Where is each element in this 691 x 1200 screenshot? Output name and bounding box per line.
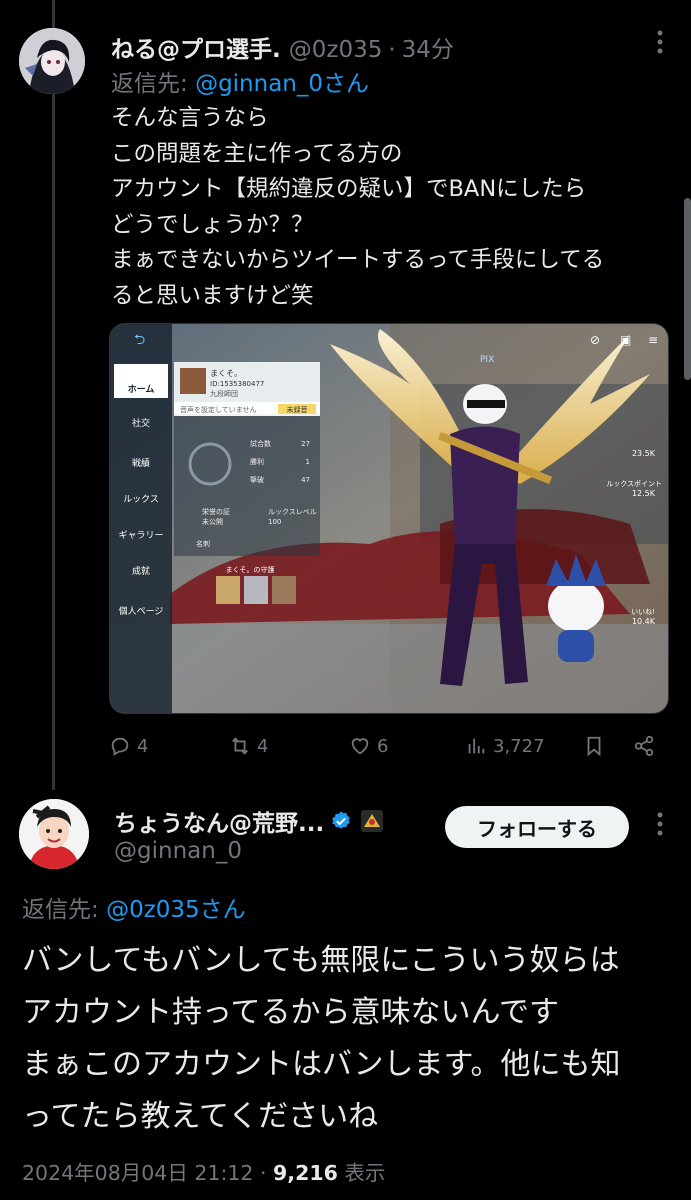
reply-to: 返信先: @0z035さん [22, 890, 246, 924]
svg-text:100: 100 [268, 518, 281, 526]
svg-text:ホーム: ホーム [128, 384, 155, 395]
tweet-media-image[interactable]: ⮌ ホーム 社交 戦績 ルックス ギャラリー 成就 個人ページ まくそ。 ID:… [109, 323, 669, 714]
avatar[interactable] [19, 28, 85, 94]
svg-text:音声を設定していません: 音声を設定していません [180, 405, 257, 414]
handle[interactable]: @0z035 [289, 37, 383, 63]
handle[interactable]: @ginnan_0 [114, 838, 242, 864]
tweet-line: まぁできないからツイートするって手段にしてる [111, 247, 605, 273]
tweet-line: まぁこのアカウントはバンします。他にも知 [22, 1047, 621, 1082]
reply-handle-link[interactable]: @ginnan_0さん [195, 71, 369, 97]
tweet-line: そんな言うなら [111, 105, 269, 131]
svg-text:ルックス: ルックス [123, 494, 159, 505]
tweet-meta: 2024年08月04日 21:12 · 9,216 表示 [22, 1156, 385, 1186]
svg-text:九段師団: 九段師団 [210, 389, 238, 398]
svg-text:12.5K: 12.5K [632, 489, 656, 498]
share-button[interactable] [633, 735, 661, 757]
tweet-line: ると思いますけど笑 [111, 282, 314, 309]
thread-connector-line [52, 0, 55, 790]
svg-text:1: 1 [306, 458, 310, 466]
svg-text:個人ページ: 個人ページ [119, 605, 164, 617]
svg-text:試合数: 試合数 [250, 439, 271, 448]
tweet-line: ってたら教えてくださいね [22, 1099, 379, 1134]
views-count: 9,216 [273, 1161, 338, 1185]
svg-text:社交: 社交 [132, 417, 150, 429]
svg-text:成就: 成就 [132, 565, 150, 577]
svg-text:10.4K: 10.4K [632, 617, 656, 626]
back-arrow-icon: ⮌ [134, 332, 145, 348]
views-label: 表示 [344, 1161, 386, 1185]
separator: · [388, 37, 396, 63]
svg-text:≡: ≡ [648, 333, 658, 347]
reply-button[interactable]: 4 [109, 735, 148, 757]
tweet-text: バンしてもバンしても無限にこういう奴らは アカウント持ってるから意味ないんです … [22, 935, 682, 1143]
display-name[interactable]: ねる@プロ選手. [111, 30, 281, 64]
tweet-header: ちょうなん@荒野... [114, 804, 384, 838]
svg-text:▣: ▣ [620, 333, 631, 347]
svg-text:PIX: PIX [480, 355, 494, 365]
svg-text:戦績: 戦績 [132, 457, 150, 469]
follow-button[interactable]: フォローする [445, 806, 629, 848]
scrollbar[interactable] [684, 198, 691, 380]
svg-text:勝利: 勝利 [250, 457, 264, 466]
tweet-actions: 4 4 6 3,727 [109, 735, 669, 761]
reply-to: 返信先: @ginnan_0さん [111, 64, 369, 98]
views-count: 3,727 [493, 735, 545, 757]
avatar[interactable] [19, 799, 89, 869]
bookmark-icon [587, 736, 601, 757]
more-dots-icon[interactable] [657, 812, 663, 842]
tweet-line: アカウント【規約違反の疑い】でBANにしたら [111, 176, 587, 202]
svg-text:ID:1535380477: ID:1535380477 [210, 380, 264, 388]
tweet-line: この問題を主に作ってる方の [111, 140, 403, 167]
reply-count: 4 [137, 735, 149, 757]
tweet-text: そんな言うなら この問題を主に作ってる方の アカウント【規約違反の疑い】でBAN… [111, 101, 671, 314]
reply-handle-link[interactable]: @0z035さん [106, 897, 246, 923]
svg-text:⊘: ⊘ [590, 333, 600, 347]
post-timestamp[interactable]: 2024年08月04日 21:12 [22, 1161, 253, 1185]
views-button[interactable]: 3,727 [465, 735, 545, 757]
separator: · [259, 1161, 267, 1185]
display-name[interactable]: ちょうなん@荒野... [114, 804, 324, 838]
reply-icon [111, 737, 129, 756]
reply-prefix: 返信先: [22, 897, 99, 923]
tweet-line: バンしてもバンしても無限にこういう奴らは [22, 943, 620, 978]
tweet-line: アカウント持ってるから意味ないんです [22, 995, 559, 1030]
svg-text:ルックスポイント: ルックスポイント [606, 480, 662, 488]
svg-text:栄誉の証: 栄誉の証 [202, 507, 230, 516]
affiliate-badge-icon[interactable] [360, 809, 384, 833]
tweet-header: ねる@プロ選手. @0z035 · 34分 [111, 30, 454, 64]
svg-text:まくそ。の守護: まくそ。の守護 [226, 565, 275, 574]
svg-text:名刺: 名刺 [196, 539, 210, 548]
like-count: 6 [377, 735, 389, 757]
tweet-line: どうでしょうか？？ [111, 211, 314, 238]
share-icon [634, 735, 654, 757]
retweet-icon [232, 737, 248, 755]
bookmark-button[interactable] [583, 735, 611, 757]
svg-text:撃破: 撃破 [250, 475, 264, 484]
heart-icon [351, 738, 369, 755]
retweet-button[interactable]: 4 [229, 735, 268, 757]
svg-text:未公開: 未公開 [202, 517, 223, 526]
retweet-count: 4 [257, 735, 269, 757]
more-dots-icon[interactable] [657, 30, 663, 59]
svg-text:ギャラリー: ギャラリー [118, 530, 163, 541]
views-chart-icon [468, 738, 485, 754]
svg-text:27: 27 [301, 440, 310, 448]
svg-text:47: 47 [301, 476, 310, 484]
svg-text:未録音: 未録音 [287, 405, 308, 414]
like-button[interactable]: 6 [349, 735, 388, 757]
reply-prefix: 返信先: [111, 71, 188, 97]
timestamp[interactable]: 34分 [402, 30, 454, 64]
svg-text:まくそ。: まくそ。 [210, 369, 242, 378]
verified-badge-icon [330, 810, 352, 832]
svg-text:ルックスレベル: ルックスレベル [268, 508, 317, 516]
svg-text:23.5K: 23.5K [632, 449, 656, 458]
svg-text:いいね!: いいね! [631, 608, 655, 616]
